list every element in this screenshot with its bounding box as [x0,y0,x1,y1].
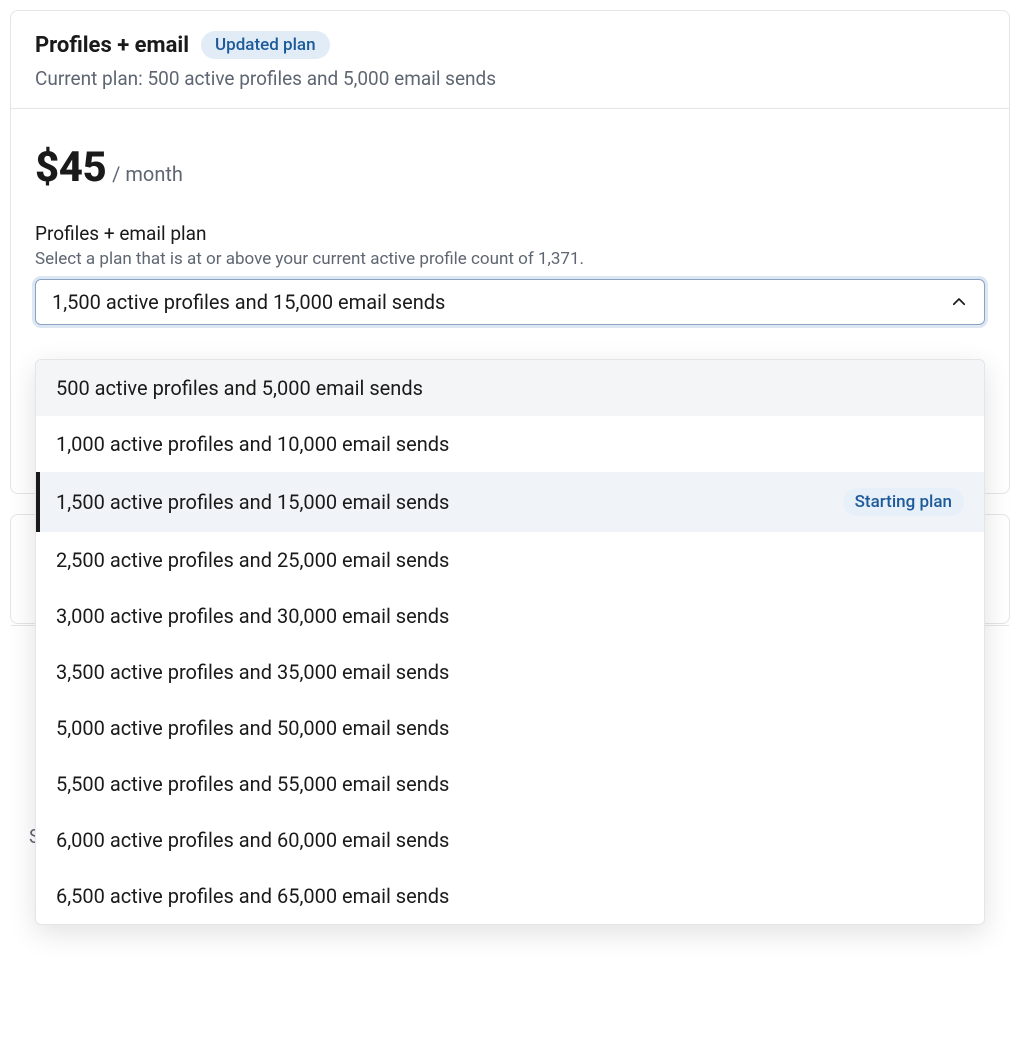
plan-option-label: 5,500 active profiles and 55,000 email s… [56,772,449,796]
plan-option[interactable]: 2,500 active profiles and 25,000 email s… [36,532,984,588]
plan-option-label: 6,000 active profiles and 60,000 email s… [56,828,449,852]
plan-option-label: 1,000 active profiles and 10,000 email s… [56,432,449,456]
plan-select[interactable]: 1,500 active profiles and 15,000 email s… [35,279,985,325]
plan-option-label: 5,000 active profiles and 50,000 email s… [56,716,449,740]
chevron-up-icon [950,293,968,311]
card-header: Profiles + email Updated plan Current pl… [11,11,1009,109]
plan-option[interactable]: 5,000 active profiles and 50,000 email s… [36,700,984,756]
profiles-email-card: Profiles + email Updated plan Current pl… [10,10,1010,494]
price-row: $45 / month [35,143,985,192]
plan-option[interactable]: 6,500 active profiles and 65,000 email s… [36,868,984,924]
plan-field-help: Select a plan that is at or above your c… [35,249,985,269]
plan-select-value: 1,500 active profiles and 15,000 email s… [52,290,445,314]
price-period: / month [112,162,183,186]
plan-option[interactable]: 6,000 active profiles and 60,000 email s… [36,812,984,868]
plan-title: Profiles + email [35,33,189,58]
plan-option-label: 1,500 active profiles and 15,000 email s… [56,490,449,514]
plan-option[interactable]: 1,000 active profiles and 10,000 email s… [36,416,984,472]
updated-plan-badge: Updated plan [201,31,330,59]
plan-option-label: 3,500 active profiles and 35,000 email s… [56,660,449,684]
plan-option[interactable]: 1,500 active profiles and 15,000 email s… [36,472,984,532]
plan-option-label: 3,000 active profiles and 30,000 email s… [56,604,449,628]
plan-option-label: 500 active profiles and 5,000 email send… [56,376,423,400]
current-plan-subtitle: Current plan: 500 active profiles and 5,… [35,67,985,90]
plan-option[interactable]: 3,000 active profiles and 30,000 email s… [36,588,984,644]
plan-option-label: 2,500 active profiles and 25,000 email s… [56,548,449,572]
plan-option[interactable]: 3,500 active profiles and 35,000 email s… [36,644,984,700]
title-row: Profiles + email Updated plan [35,31,985,59]
starting-plan-badge: Starting plan [843,488,964,516]
plan-option[interactable]: 500 active profiles and 5,000 email send… [36,360,984,416]
plan-option[interactable]: 5,500 active profiles and 55,000 email s… [36,756,984,812]
plan-dropdown: 500 active profiles and 5,000 email send… [35,359,985,925]
plan-option-label: 6,500 active profiles and 65,000 email s… [56,884,449,908]
price-amount: $45 [35,143,106,192]
plan-field-label: Profiles + email plan [35,222,985,245]
